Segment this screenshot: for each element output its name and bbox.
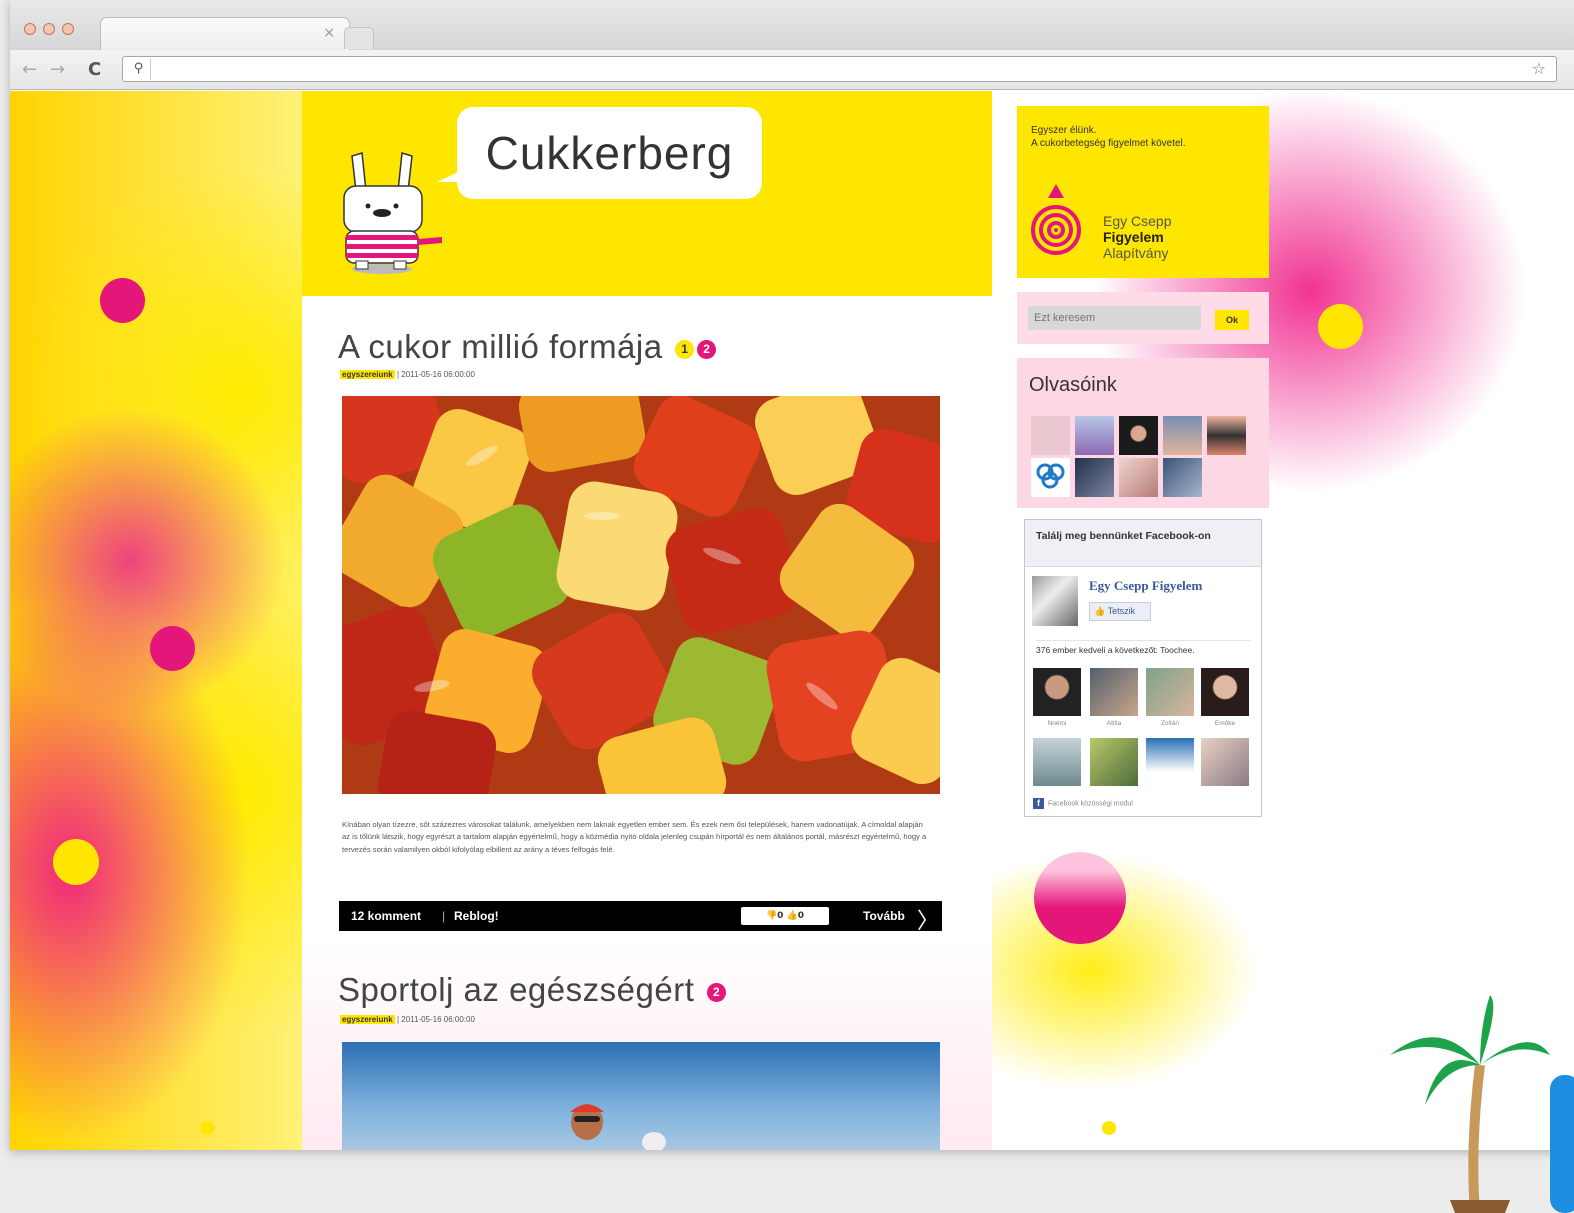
fan-avatar[interactable] bbox=[1201, 668, 1249, 716]
fan-avatar[interactable] bbox=[1033, 738, 1081, 786]
search-button[interactable]: Ok bbox=[1215, 310, 1249, 330]
facebook-icon: f bbox=[1033, 798, 1044, 809]
post-title[interactable]: Sportolj az egészségért 2 bbox=[338, 971, 727, 1009]
comments-link[interactable]: 12 komment bbox=[351, 909, 421, 923]
fan-avatar[interactable] bbox=[1201, 738, 1249, 786]
search-icon: ⚲ bbox=[127, 58, 151, 80]
decor-dot bbox=[1102, 1121, 1116, 1135]
back-icon[interactable]: ← bbox=[22, 59, 37, 80]
post-meta: egyszereiunk | 2011-05-16 06:00:00 bbox=[340, 1015, 475, 1024]
badge-1-icon: 1 bbox=[675, 339, 695, 359]
promo-line-1: Egyszer élünk. bbox=[1031, 125, 1097, 136]
facebook-page-avatar[interactable] bbox=[1032, 576, 1078, 626]
fan-avatar[interactable] bbox=[1090, 668, 1138, 716]
post-title[interactable]: A cukor millió formája 12 bbox=[338, 328, 717, 366]
promo-box[interactable]: Egyszer élünk. A cukorbetegség figyelmet… bbox=[1017, 106, 1269, 278]
bunny-mascot-icon bbox=[343, 152, 442, 274]
fan-avatar[interactable] bbox=[1146, 668, 1194, 716]
sidebar: Egyszer élünk. A cukorbetegség figyelmet… bbox=[1017, 91, 1269, 819]
read-more-link[interactable]: Tovább bbox=[863, 909, 905, 923]
fan-avatar[interactable] bbox=[1146, 738, 1194, 786]
facebook-widget: Találj meg bennünket Facebook-on Egy Cse… bbox=[1024, 519, 1262, 817]
drop-logo-icon bbox=[1031, 184, 1081, 255]
badge-2-icon: 2 bbox=[707, 982, 727, 1002]
fan-name: Attila bbox=[1106, 720, 1122, 727]
search-input[interactable] bbox=[1028, 306, 1201, 330]
decor-dot bbox=[150, 626, 195, 671]
thumbs-up-icon: 👍 bbox=[1094, 606, 1106, 616]
site-title[interactable]: Cukkerberg bbox=[457, 107, 762, 199]
browser-tab[interactable]: × bbox=[100, 17, 350, 50]
facebook-footer: f Facebook közösségi modul bbox=[1033, 798, 1133, 809]
post-title-text[interactable]: A cukor millió formája bbox=[338, 328, 663, 365]
browser-window: × ← → C ⚲ ☆ Cukkerberg A cukor millió fo… bbox=[10, 0, 1574, 1150]
maximize-window-button[interactable] bbox=[62, 23, 74, 35]
decor-dot bbox=[200, 1121, 214, 1135]
post-meta: egyszereiunk | 2011-05-16 06:00:00 bbox=[340, 370, 475, 379]
reader-avatar[interactable] bbox=[1031, 458, 1070, 497]
separator: | bbox=[442, 909, 446, 923]
vote-widget[interactable]: 👎0 👍0 bbox=[741, 907, 829, 925]
reader-avatar[interactable] bbox=[1031, 416, 1070, 455]
reader-avatar[interactable] bbox=[1119, 416, 1158, 455]
reblog-link[interactable]: Reblog! bbox=[454, 909, 499, 923]
speech-bubble: Cukkerberg bbox=[457, 107, 762, 199]
facebook-heading: Találj meg bennünket Facebook-on bbox=[1025, 520, 1261, 567]
chevron-right-icon[interactable]: 〉 bbox=[917, 903, 939, 935]
sport-image[interactable] bbox=[342, 1042, 940, 1150]
close-icon[interactable]: × bbox=[323, 25, 335, 41]
readers-box: Olvasóink bbox=[1017, 358, 1269, 508]
forward-icon[interactable]: → bbox=[50, 59, 65, 80]
reader-avatar[interactable] bbox=[1075, 416, 1114, 455]
post-date: | 2011-05-16 06:00:00 bbox=[396, 370, 475, 379]
reader-avatar[interactable] bbox=[1163, 458, 1202, 497]
minimize-window-button[interactable] bbox=[43, 23, 55, 35]
post-action-bar: 12 komment | Reblog! 👎0 👍0 Tovább 〉 bbox=[339, 901, 942, 934]
reload-icon[interactable]: C bbox=[88, 59, 101, 80]
post-date: | 2011-05-16 06:00:00 bbox=[396, 1015, 475, 1024]
gummy-bears-image[interactable] bbox=[342, 396, 940, 794]
fan-name: Noémi bbox=[1047, 720, 1067, 727]
palm-tree-icon bbox=[1390, 995, 1574, 1213]
decor-dot bbox=[1034, 852, 1126, 944]
reader-avatar[interactable] bbox=[1163, 416, 1202, 455]
post-author[interactable]: egyszereiunk bbox=[340, 1015, 395, 1024]
facebook-fan-count: 376 ember kedveli a következőt: Toochee. bbox=[1036, 640, 1251, 656]
foundation-name: Egy Csepp Figyelem Alapítvány bbox=[1103, 213, 1171, 261]
fan-avatar[interactable] bbox=[1033, 668, 1081, 716]
badge-2-icon: 2 bbox=[697, 339, 717, 359]
facebook-page-link[interactable]: Egy Csepp Figyelem bbox=[1089, 578, 1202, 594]
reader-avatar[interactable] bbox=[1119, 458, 1158, 497]
fan-name: Emőke bbox=[1214, 720, 1236, 727]
decor-dot bbox=[100, 278, 145, 323]
post-author[interactable]: egyszereiunk bbox=[340, 370, 395, 379]
decor-dot bbox=[53, 839, 99, 885]
browser-toolbar: ← → C ⚲ ☆ bbox=[10, 50, 1574, 90]
search-box: Ok bbox=[1017, 292, 1269, 344]
decor-dot bbox=[1318, 304, 1363, 349]
close-window-button[interactable] bbox=[24, 23, 36, 35]
star-icon[interactable]: ☆ bbox=[1532, 59, 1546, 78]
site-header: Cukkerberg bbox=[302, 91, 992, 296]
page-viewport: Cukkerberg A cukor millió formája 12 egy… bbox=[10, 91, 1574, 1150]
foundation-line-3: Alapítvány bbox=[1103, 245, 1169, 261]
reader-avatar[interactable] bbox=[1207, 416, 1246, 455]
reader-avatar[interactable] bbox=[1075, 458, 1114, 497]
facebook-footer-text: Facebook közösségi modul bbox=[1048, 800, 1133, 808]
fan-avatar[interactable] bbox=[1090, 738, 1138, 786]
foundation-line-1: Egy Csepp bbox=[1103, 213, 1172, 229]
post-excerpt: Kínában olyan tízezre, sőt százezres vár… bbox=[342, 820, 927, 854]
promo-line-2: A cukorbetegség figyelmet követel. bbox=[1031, 138, 1186, 149]
facebook-like-button[interactable]: 👍 Tetszik bbox=[1089, 602, 1151, 621]
fan-name: Zoltán bbox=[1160, 720, 1180, 727]
readers-title: Olvasóink bbox=[1029, 374, 1117, 396]
url-input[interactable] bbox=[155, 59, 1495, 79]
facebook-like-label: Tetszik bbox=[1107, 606, 1136, 616]
post-title-text[interactable]: Sportolj az egészségért bbox=[338, 971, 694, 1008]
title-bar: × bbox=[10, 0, 1574, 50]
address-bar[interactable]: ⚲ ☆ bbox=[122, 56, 1557, 82]
new-tab-button[interactable] bbox=[344, 27, 374, 49]
main-column: Cukkerberg A cukor millió formája 12 egy… bbox=[302, 91, 992, 1150]
foundation-line-2: Figyelem bbox=[1103, 229, 1164, 245]
